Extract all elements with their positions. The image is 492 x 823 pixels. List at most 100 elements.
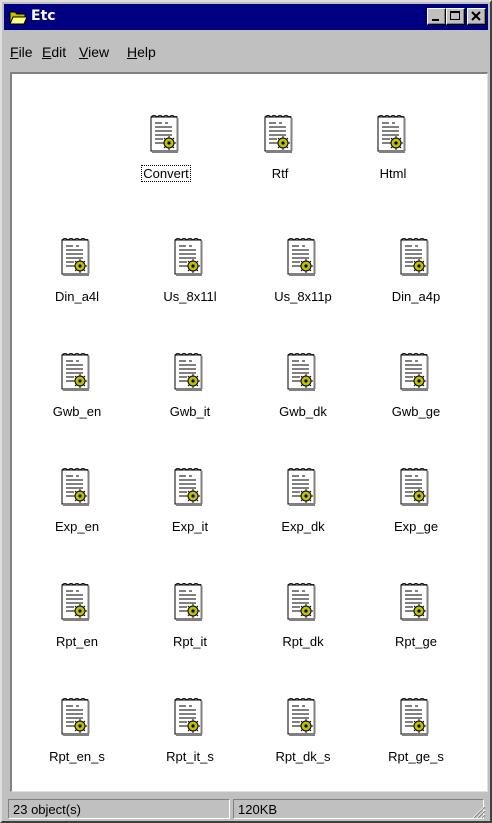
file-label: Exp_en xyxy=(27,519,127,534)
file-label: Rpt_ge xyxy=(366,634,466,649)
file-label: Convert xyxy=(116,165,216,182)
file-label: Rpt_en_s xyxy=(27,749,127,764)
file-item[interactable]: Html xyxy=(343,114,443,194)
file-name: Rpt_it xyxy=(173,634,207,649)
file-name: Rpt_it_s xyxy=(166,749,214,764)
file-label: Rpt_dk_s xyxy=(253,749,353,764)
file-item[interactable]: Rpt_dk xyxy=(253,582,353,662)
menu-edit[interactable]: Edit xyxy=(42,44,66,60)
file-name: Html xyxy=(379,166,407,181)
file-item[interactable]: Exp_dk xyxy=(253,467,353,547)
file-name: Exp_ge xyxy=(393,519,439,534)
document-gear-icon xyxy=(172,237,206,279)
minimize-button[interactable] xyxy=(427,8,446,25)
document-gear-icon xyxy=(148,114,182,156)
file-label: Html xyxy=(343,166,443,181)
menu-bar: File Edit View Help xyxy=(4,42,488,64)
file-label: Us_8x11p xyxy=(253,289,353,304)
file-item[interactable]: Gwb_it xyxy=(140,352,240,432)
file-item[interactable]: Rpt_ge_s xyxy=(366,697,466,777)
status-size: 120KB xyxy=(233,799,484,819)
file-name: Din_a4l xyxy=(54,289,100,304)
file-list-view[interactable]: Convert Rtf Html Din_a4l Us_8x11l Us_8x11p Din… xyxy=(10,72,488,792)
document-gear-icon xyxy=(285,237,319,279)
document-gear-icon xyxy=(262,114,296,156)
file-label: Gwb_it xyxy=(140,404,240,419)
file-name: Din_a4p xyxy=(391,289,441,304)
file-name: Rpt_ge_s xyxy=(388,749,444,764)
file-label: Exp_it xyxy=(140,519,240,534)
document-gear-icon xyxy=(375,114,409,156)
document-gear-icon xyxy=(285,582,319,624)
document-gear-icon xyxy=(172,467,206,509)
window-title: Etc xyxy=(31,8,56,24)
menu-help[interactable]: Help xyxy=(127,44,156,60)
file-label: Rpt_en xyxy=(27,634,127,649)
document-gear-icon xyxy=(59,467,93,509)
file-item[interactable]: Exp_en xyxy=(27,467,127,547)
file-name: Gwb_ge xyxy=(391,404,441,419)
document-gear-icon xyxy=(172,697,206,739)
minimize-icon xyxy=(432,19,439,21)
document-gear-icon xyxy=(285,467,319,509)
maximize-button[interactable] xyxy=(446,8,465,25)
file-name: Rpt_dk_s xyxy=(275,749,331,764)
file-label: Gwb_ge xyxy=(366,404,466,419)
file-item[interactable]: Rpt_it_s xyxy=(140,697,240,777)
document-gear-icon xyxy=(398,352,432,394)
close-button[interactable] xyxy=(467,8,486,25)
document-gear-icon xyxy=(398,237,432,279)
file-label: Rpt_it_s xyxy=(140,749,240,764)
status-bar: 23 object(s) 120KB xyxy=(4,797,488,821)
file-item[interactable]: Din_a4p xyxy=(366,237,466,317)
title-bar[interactable]: Etc xyxy=(4,4,488,30)
file-label: Us_8x11l xyxy=(140,289,240,304)
file-name: Gwb_it xyxy=(169,404,211,419)
file-item[interactable]: Gwb_en xyxy=(27,352,127,432)
file-label: Exp_ge xyxy=(366,519,466,534)
document-gear-icon xyxy=(59,582,93,624)
folder-open-icon[interactable] xyxy=(9,9,28,25)
file-name: Gwb_en xyxy=(52,404,102,419)
document-gear-icon xyxy=(285,697,319,739)
document-gear-icon xyxy=(59,352,93,394)
file-item[interactable]: Gwb_dk xyxy=(253,352,353,432)
file-item[interactable]: Exp_it xyxy=(140,467,240,547)
document-gear-icon xyxy=(398,467,432,509)
file-item[interactable]: Rpt_dk_s xyxy=(253,697,353,777)
file-item[interactable]: Rpt_ge xyxy=(366,582,466,662)
file-item[interactable]: Gwb_ge xyxy=(366,352,466,432)
file-label: Gwb_en xyxy=(27,404,127,419)
resize-grip-icon[interactable] xyxy=(470,803,486,819)
document-gear-icon xyxy=(398,582,432,624)
menu-view[interactable]: View xyxy=(79,44,109,60)
close-icon xyxy=(471,11,481,21)
file-label: Rpt_ge_s xyxy=(366,749,466,764)
document-gear-icon xyxy=(59,237,93,279)
document-gear-icon xyxy=(285,352,319,394)
file-name: Exp_it xyxy=(171,519,209,534)
file-label: Gwb_dk xyxy=(253,404,353,419)
menu-file[interactable]: File xyxy=(10,44,33,60)
file-item[interactable]: Convert xyxy=(116,114,216,194)
file-name: Us_8x11l xyxy=(163,289,217,304)
document-gear-icon xyxy=(59,697,93,739)
file-item[interactable]: Exp_ge xyxy=(366,467,466,547)
file-label: Din_a4p xyxy=(366,289,466,304)
file-item[interactable]: Us_8x11p xyxy=(253,237,353,317)
file-item[interactable]: Din_a4l xyxy=(27,237,127,317)
file-name: Rpt_ge xyxy=(395,634,437,649)
status-object-count: 23 object(s) xyxy=(8,799,230,819)
document-gear-icon xyxy=(172,352,206,394)
file-name: Rtf xyxy=(271,166,289,181)
file-label: Rpt_dk xyxy=(253,634,353,649)
file-name: Us_8x11p xyxy=(274,289,332,304)
file-name: Convert xyxy=(141,165,191,182)
maximize-icon xyxy=(450,11,460,20)
file-item[interactable]: Rpt_en_s xyxy=(27,697,127,777)
file-item[interactable]: Rpt_it xyxy=(140,582,240,662)
file-item[interactable]: Rpt_en xyxy=(27,582,127,662)
file-label: Rtf xyxy=(230,166,330,181)
file-item[interactable]: Us_8x11l xyxy=(140,237,240,317)
file-item[interactable]: Rtf xyxy=(230,114,330,194)
